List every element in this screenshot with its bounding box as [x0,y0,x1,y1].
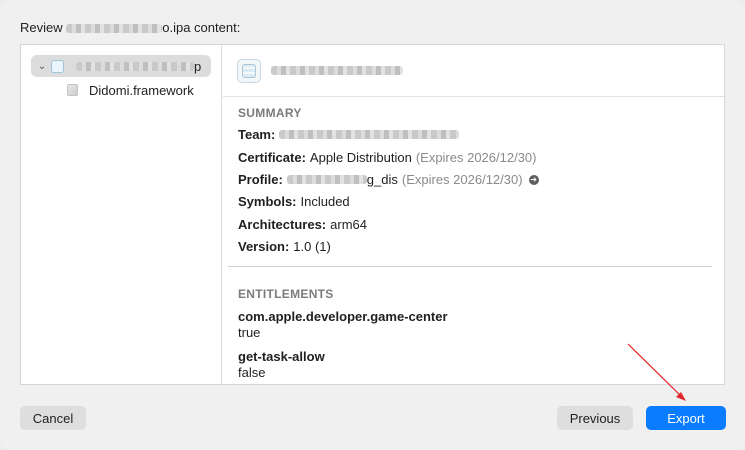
profile-value-suffix: g_dis [366,172,398,187]
entitlements-heading: ENTITLEMENTS [238,287,334,301]
team-row: Team: [238,127,460,142]
version-label: Version: [238,239,290,254]
sidebar-item-app[interactable]: ⌄ p [31,55,211,77]
architectures-row: Architectures: arm64 [238,217,367,232]
entitlement-value: true [238,325,261,340]
summary-heading: SUMMARY [238,106,302,120]
redacted-app-name [76,61,194,71]
symbols-row: Symbols: Included [238,194,350,209]
dialog-title-prefix: Review [20,20,63,35]
symbols-value: Included [300,194,350,209]
sidebar-item-framework-label: Didomi.framework [89,82,194,98]
redacted-filename [66,24,163,34]
sidebar-item-app-suffix: p [194,58,202,74]
dialog-title-suffix: o.ipa content: [162,20,241,35]
redacted-app-title [271,66,403,75]
profile-label: Profile: [238,172,283,187]
entitlement-value: false [238,365,266,380]
symbols-label: Symbols: [238,194,297,209]
redacted-team-value [279,130,460,139]
dialog-title: Review o.ipa content: [20,20,240,35]
certificate-row: Certificate: Apple Distribution (Expires… [238,150,537,165]
cancel-button[interactable]: Cancel [20,406,86,430]
redacted-profile-name [286,175,367,184]
detail-header [223,45,724,97]
review-dialog: Review o.ipa content: ⌄ p Didomi.framewo… [0,0,745,450]
chevron-down-icon[interactable]: ⌄ [33,61,51,72]
entitlement-key: get-task-allow [238,349,325,364]
app-icon [51,59,64,73]
content-panel: ⌄ p Didomi.framework SUMMARY Team: Certi… [20,44,725,385]
version-row: Version: 1.0 (1) [238,239,331,254]
architectures-label: Architectures: [238,217,327,232]
export-button[interactable]: Export [646,406,726,430]
app-icon-large [237,58,261,83]
framework-icon [67,84,78,96]
profile-row: Profile: g_dis (Expires 2026/12/30) ➜ [238,172,539,187]
certificate-value: Apple Distribution [309,150,412,165]
entitlement-key: com.apple.developer.game-center [238,309,448,324]
profile-expiry: (Expires 2026/12/30) [401,172,523,187]
detail-pane: SUMMARY Team: Certificate: Apple Distrib… [223,45,724,384]
sidebar-item-framework[interactable]: Didomi.framework [67,80,194,100]
sidebar: ⌄ p Didomi.framework [21,45,222,384]
version-value: 1.0 (1) [293,239,331,254]
previous-button[interactable]: Previous [557,406,633,430]
certificate-label: Certificate: [238,150,306,165]
team-label: Team: [238,127,276,142]
architectures-value: arm64 [330,217,367,232]
certificate-expiry: (Expires 2026/12/30) [415,150,537,165]
arrow-right-circle-icon[interactable]: ➜ [528,174,539,185]
section-divider [228,266,712,267]
